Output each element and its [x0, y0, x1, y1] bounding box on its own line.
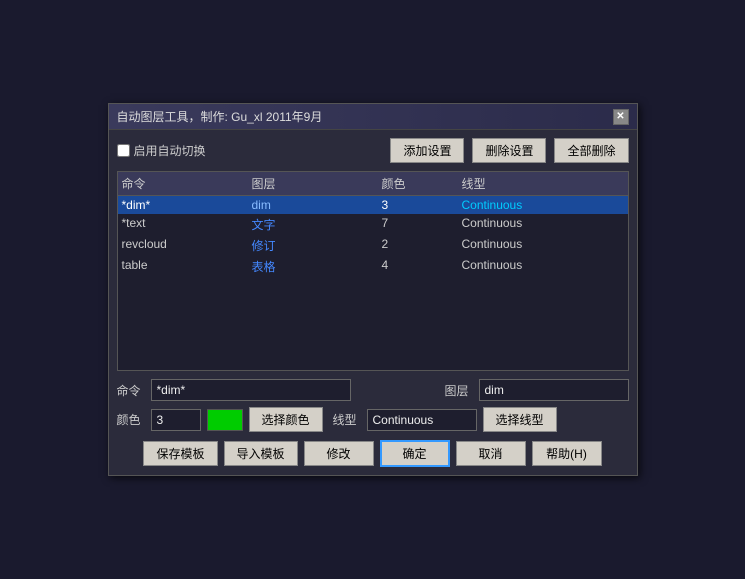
- cell-linetype: Continuous: [462, 237, 612, 254]
- layer-label: 图层: [445, 382, 473, 399]
- cell-linetype: Continuous: [462, 258, 612, 275]
- cell-color: 3: [382, 198, 462, 212]
- form-section: 命令 图层 颜色 选择颜色 线型 选择线型: [117, 379, 629, 432]
- auto-switch-checkbox[interactable]: [117, 144, 130, 157]
- main-dialog: 自动图层工具，制作: Gu_xl 2011年9月 ✕ 启用自动切换 添加设置 删…: [108, 103, 638, 476]
- modify-button[interactable]: 修改: [304, 441, 374, 466]
- command-label: 命令: [117, 382, 145, 399]
- dialog-body: 启用自动切换 添加设置 删除设置 全部删除 命令 图层 颜色 线型 *dim* …: [109, 130, 637, 475]
- col-color: 颜色: [382, 175, 462, 192]
- color-label: 颜色: [117, 411, 145, 428]
- bottom-buttons: 保存模板 导入模板 修改 确定 取消 帮助(H): [117, 440, 629, 467]
- table-row[interactable]: revcloud 修订 2 Continuous: [118, 235, 628, 256]
- cell-color: 7: [382, 216, 462, 233]
- command-input[interactable]: [151, 379, 351, 401]
- top-row: 启用自动切换 添加设置 删除设置 全部删除: [117, 138, 629, 163]
- dialog-title: 自动图层工具，制作: Gu_xl 2011年9月: [117, 108, 323, 125]
- cell-command: revcloud: [122, 237, 252, 254]
- choose-linetype-button[interactable]: 选择线型: [483, 407, 557, 432]
- cell-layer: 表格: [252, 258, 382, 275]
- linetype-label: 线型: [333, 411, 361, 428]
- title-bar: 自动图层工具，制作: Gu_xl 2011年9月 ✕: [109, 104, 637, 130]
- close-button[interactable]: ✕: [613, 109, 629, 125]
- cancel-button[interactable]: 取消: [456, 441, 526, 466]
- table-header: 命令 图层 颜色 线型: [118, 172, 628, 196]
- table-row[interactable]: *text 文字 7 Continuous: [118, 214, 628, 235]
- cell-linetype: Continuous: [462, 198, 612, 212]
- command-row: 命令 图层: [117, 379, 629, 401]
- cell-command: table: [122, 258, 252, 275]
- table-body: *dim* dim 3 Continuous *text 文字 7 Contin…: [118, 196, 628, 371]
- cell-color: 4: [382, 258, 462, 275]
- color-number-input[interactable]: [151, 409, 201, 431]
- linetype-input[interactable]: [367, 409, 477, 431]
- cell-layer: 修订: [252, 237, 382, 254]
- delete-all-button[interactable]: 全部删除: [554, 138, 628, 163]
- cell-command: *text: [122, 216, 252, 233]
- cell-linetype: Continuous: [462, 216, 612, 233]
- cell-color: 2: [382, 237, 462, 254]
- auto-switch-label: 启用自动切换: [134, 142, 206, 159]
- help-button[interactable]: 帮助(H): [532, 441, 602, 466]
- color-swatch: [207, 409, 243, 431]
- table-row[interactable]: *dim* dim 3 Continuous: [118, 196, 628, 214]
- table-row[interactable]: table 表格 4 Continuous: [118, 256, 628, 277]
- cell-layer: 文字: [252, 216, 382, 233]
- color-row: 颜色 选择颜色 线型 选择线型: [117, 407, 629, 432]
- confirm-button[interactable]: 确定: [380, 440, 450, 467]
- col-linetype: 线型: [462, 175, 612, 192]
- cell-layer: dim: [252, 198, 382, 212]
- col-command: 命令: [122, 175, 252, 192]
- delete-setting-button[interactable]: 删除设置: [472, 138, 546, 163]
- auto-switch-checkbox-label[interactable]: 启用自动切换: [117, 142, 206, 159]
- layer-input[interactable]: [479, 379, 629, 401]
- save-template-button[interactable]: 保存模板: [143, 441, 217, 466]
- cell-command: *dim*: [122, 198, 252, 212]
- col-layer: 图层: [252, 175, 382, 192]
- layer-table: 命令 图层 颜色 线型 *dim* dim 3 Continuous *text…: [117, 171, 629, 371]
- choose-color-button[interactable]: 选择颜色: [249, 407, 323, 432]
- import-template-button[interactable]: 导入模板: [224, 441, 298, 466]
- add-setting-button[interactable]: 添加设置: [390, 138, 464, 163]
